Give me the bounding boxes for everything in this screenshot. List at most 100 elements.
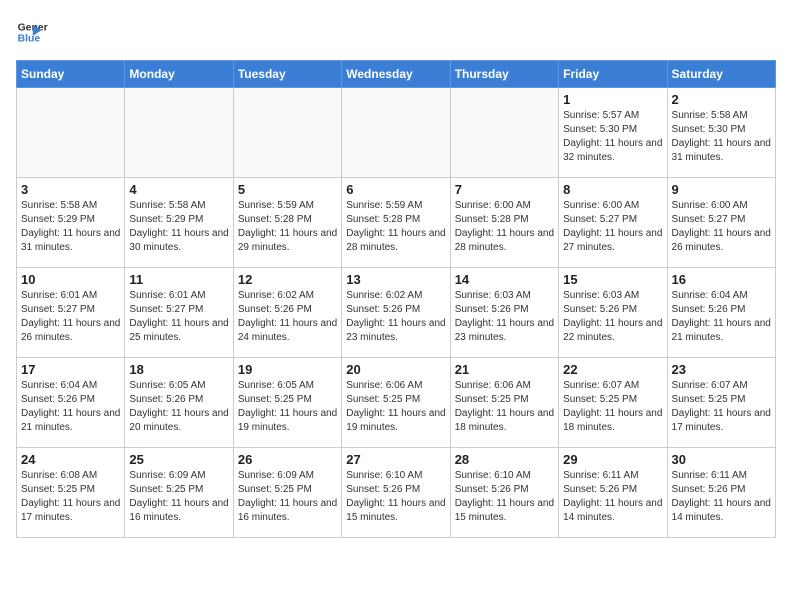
- calendar-cell: 12 Sunrise: 6:02 AM Sunset: 5:26 PM Dayli…: [233, 268, 341, 358]
- calendar-cell: 23 Sunrise: 6:07 AM Sunset: 5:25 PM Dayli…: [667, 358, 775, 448]
- page-header: General Blue: [16, 16, 776, 48]
- day-number: 15: [563, 272, 662, 287]
- day-info: Sunrise: 6:00 AM Sunset: 5:27 PM Dayligh…: [672, 199, 771, 255]
- weekday-header-sunday: Sunday: [17, 61, 125, 88]
- calendar-cell: 30Sunrise: 6:11 AM Sunset: 5:26 PM Dayli…: [667, 448, 775, 538]
- day-info: Sunrise: 6:08 AM Sunset: 5:25 PM Dayligh…: [21, 469, 120, 525]
- day-info: Sunrise: 6:01 AM Sunset: 5:27 PM Dayligh…: [21, 289, 120, 345]
- calendar-cell: 17 Sunrise: 6:04 AM Sunset: 5:26 PM Dayli…: [17, 358, 125, 448]
- day-number: 3: [21, 182, 120, 197]
- calendar-cell: 18 Sunrise: 6:05 AM Sunset: 5:26 PM Dayli…: [125, 358, 233, 448]
- day-number: 6: [346, 182, 445, 197]
- calendar-cell: 25 Sunrise: 6:09 AM Sunset: 5:25 PM Dayli…: [125, 448, 233, 538]
- day-number: 18: [129, 362, 228, 377]
- calendar-cell: 29Sunrise: 6:11 AM Sunset: 5:26 PM Dayli…: [559, 448, 667, 538]
- day-number: 13: [346, 272, 445, 287]
- day-number: 17: [21, 362, 120, 377]
- day-number: 8: [563, 182, 662, 197]
- calendar-cell: 6 Sunrise: 5:59 AM Sunset: 5:28 PM Daylig…: [342, 178, 450, 268]
- day-info: Sunrise: 5:57 AM Sunset: 5:30 PM Dayligh…: [563, 109, 662, 165]
- day-info: Sunrise: 6:06 AM Sunset: 5:25 PM Dayligh…: [455, 379, 554, 435]
- day-info: Sunrise: 6:03 AM Sunset: 5:26 PM Dayligh…: [455, 289, 554, 345]
- day-info: Sunrise: 5:59 AM Sunset: 5:28 PM Dayligh…: [346, 199, 445, 255]
- calendar-cell: 7Sunrise: 6:00 AM Sunset: 5:28 PM Daylig…: [450, 178, 558, 268]
- calendar-header-row: SundayMondayTuesdayWednesdayThursdayFrid…: [17, 61, 776, 88]
- day-info: Sunrise: 6:06 AM Sunset: 5:25 PM Dayligh…: [346, 379, 445, 435]
- day-number: 19: [238, 362, 337, 377]
- calendar-cell: [342, 88, 450, 178]
- weekday-header-friday: Friday: [559, 61, 667, 88]
- calendar-cell: [125, 88, 233, 178]
- day-info: Sunrise: 6:07 AM Sunset: 5:25 PM Dayligh…: [563, 379, 662, 435]
- day-info: Sunrise: 6:09 AM Sunset: 5:25 PM Dayligh…: [238, 469, 337, 525]
- day-number: 26: [238, 452, 337, 467]
- calendar-cell: [17, 88, 125, 178]
- weekday-header-monday: Monday: [125, 61, 233, 88]
- day-info: Sunrise: 6:10 AM Sunset: 5:26 PM Dayligh…: [455, 469, 554, 525]
- logo-icon: General Blue: [16, 16, 48, 48]
- calendar-cell: 15 Sunrise: 6:03 AM Sunset: 5:26 PM Dayli…: [559, 268, 667, 358]
- day-info: Sunrise: 6:01 AM Sunset: 5:27 PM Dayligh…: [129, 289, 228, 345]
- day-info: Sunrise: 6:05 AM Sunset: 5:25 PM Dayligh…: [238, 379, 337, 435]
- calendar-cell: 16 Sunrise: 6:04 AM Sunset: 5:26 PM Dayli…: [667, 268, 775, 358]
- day-number: 25: [129, 452, 228, 467]
- calendar-cell: 4 Sunrise: 5:58 AM Sunset: 5:29 PM Daylig…: [125, 178, 233, 268]
- weekday-header-wednesday: Wednesday: [342, 61, 450, 88]
- day-number: 11: [129, 272, 228, 287]
- day-number: 20: [346, 362, 445, 377]
- day-number: 2: [672, 92, 771, 107]
- day-info: Sunrise: 6:04 AM Sunset: 5:26 PM Dayligh…: [672, 289, 771, 345]
- calendar-cell: 14 Sunrise: 6:03 AM Sunset: 5:26 PM Dayli…: [450, 268, 558, 358]
- day-number: 28: [455, 452, 554, 467]
- calendar-cell: [450, 88, 558, 178]
- day-info: Sunrise: 6:00 AM Sunset: 5:27 PM Dayligh…: [563, 199, 662, 255]
- calendar-cell: 20 Sunrise: 6:06 AM Sunset: 5:25 PM Dayli…: [342, 358, 450, 448]
- day-number: 22: [563, 362, 662, 377]
- calendar-week-1: 1 Sunrise: 5:57 AM Sunset: 5:30 PM Daylig…: [17, 88, 776, 178]
- day-info: Sunrise: 5:58 AM Sunset: 5:30 PM Dayligh…: [672, 109, 771, 165]
- calendar-cell: 13Sunrise: 6:02 AM Sunset: 5:26 PM Dayli…: [342, 268, 450, 358]
- day-info: Sunrise: 6:04 AM Sunset: 5:26 PM Dayligh…: [21, 379, 120, 435]
- calendar-cell: 21 Sunrise: 6:06 AM Sunset: 5:25 PM Dayli…: [450, 358, 558, 448]
- weekday-header-tuesday: Tuesday: [233, 61, 341, 88]
- day-info: Sunrise: 6:00 AM Sunset: 5:28 PM Dayligh…: [455, 199, 554, 255]
- day-number: 4: [129, 182, 228, 197]
- calendar-cell: 22 Sunrise: 6:07 AM Sunset: 5:25 PM Dayli…: [559, 358, 667, 448]
- day-number: 30: [672, 452, 771, 467]
- calendar-cell: 5Sunrise: 5:59 AM Sunset: 5:28 PM Daylig…: [233, 178, 341, 268]
- day-number: 29: [563, 452, 662, 467]
- day-number: 24: [21, 452, 120, 467]
- calendar-cell: 19 Sunrise: 6:05 AM Sunset: 5:25 PM Dayli…: [233, 358, 341, 448]
- day-number: 14: [455, 272, 554, 287]
- svg-text:Blue: Blue: [18, 34, 41, 45]
- calendar-week-4: 17 Sunrise: 6:04 AM Sunset: 5:26 PM Dayli…: [17, 358, 776, 448]
- calendar-cell: 27 Sunrise: 6:10 AM Sunset: 5:26 PM Dayli…: [342, 448, 450, 538]
- logo: General Blue: [16, 16, 52, 48]
- day-number: 21: [455, 362, 554, 377]
- calendar-cell: 28 Sunrise: 6:10 AM Sunset: 5:26 PM Dayli…: [450, 448, 558, 538]
- day-number: 23: [672, 362, 771, 377]
- day-info: Sunrise: 5:58 AM Sunset: 5:29 PM Dayligh…: [129, 199, 228, 255]
- day-info: Sunrise: 5:58 AM Sunset: 5:29 PM Dayligh…: [21, 199, 120, 255]
- day-info: Sunrise: 6:02 AM Sunset: 5:26 PM Dayligh…: [238, 289, 337, 345]
- calendar-week-5: 24 Sunrise: 6:08 AM Sunset: 5:25 PM Dayli…: [17, 448, 776, 538]
- day-info: Sunrise: 6:03 AM Sunset: 5:26 PM Dayligh…: [563, 289, 662, 345]
- calendar-cell: 10 Sunrise: 6:01 AM Sunset: 5:27 PM Dayli…: [17, 268, 125, 358]
- day-info: Sunrise: 6:05 AM Sunset: 5:26 PM Dayligh…: [129, 379, 228, 435]
- weekday-header-thursday: Thursday: [450, 61, 558, 88]
- day-number: 10: [21, 272, 120, 287]
- day-number: 9: [672, 182, 771, 197]
- calendar-cell: 8 Sunrise: 6:00 AM Sunset: 5:27 PM Daylig…: [559, 178, 667, 268]
- calendar-cell: 2 Sunrise: 5:58 AM Sunset: 5:30 PM Daylig…: [667, 88, 775, 178]
- calendar-cell: 3 Sunrise: 5:58 AM Sunset: 5:29 PM Daylig…: [17, 178, 125, 268]
- day-number: 16: [672, 272, 771, 287]
- day-info: Sunrise: 6:09 AM Sunset: 5:25 PM Dayligh…: [129, 469, 228, 525]
- calendar-cell: 26 Sunrise: 6:09 AM Sunset: 5:25 PM Dayli…: [233, 448, 341, 538]
- day-number: 5: [238, 182, 337, 197]
- calendar-table: SundayMondayTuesdayWednesdayThursdayFrid…: [16, 60, 776, 538]
- day-info: Sunrise: 6:07 AM Sunset: 5:25 PM Dayligh…: [672, 379, 771, 435]
- day-info: Sunrise: 6:10 AM Sunset: 5:26 PM Dayligh…: [346, 469, 445, 525]
- day-number: 27: [346, 452, 445, 467]
- day-number: 1: [563, 92, 662, 107]
- day-number: 12: [238, 272, 337, 287]
